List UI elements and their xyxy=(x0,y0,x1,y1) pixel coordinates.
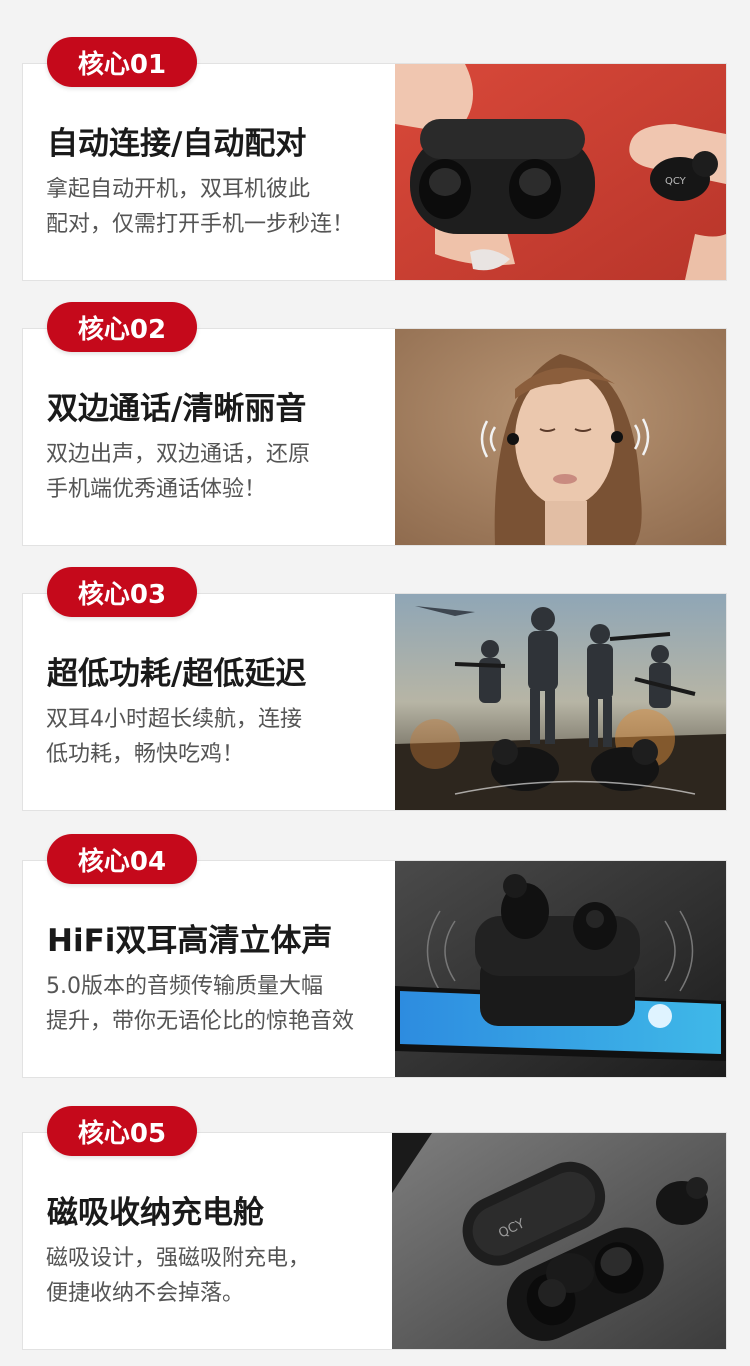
feature-badge-5: 核心05 xyxy=(47,1106,197,1156)
description-line-1: 双耳4小时超长续航，连接 xyxy=(46,707,302,732)
feature-description: 双耳4小时超长续航，连接 低功耗，畅快吃鸡！ xyxy=(46,702,302,772)
feature-image xyxy=(395,861,726,1077)
feature-description: 5.0版本的音频传输质量大幅 提升，带你无语伦比的惊艳音效 xyxy=(46,969,354,1039)
feature-description: 磁吸设计，强磁吸附充电， 便捷收纳不会掉落。 xyxy=(46,1241,310,1311)
description-line-1: 双边出声，双边通话，还原 xyxy=(46,442,311,467)
description-line-2: 手机端优秀通话体验！ xyxy=(46,477,267,502)
feature-description: 拿起自动开机，双耳机彼此 配对，仅需打开手机一步秒连！ xyxy=(46,172,354,242)
feature-card-1: 自动连接/自动配对 拿起自动开机，双耳机彼此 配对，仅需打开手机一步秒连！ QC… xyxy=(22,63,727,281)
description-line-1: 5.0版本的音频传输质量大幅 xyxy=(46,974,323,999)
feature-image: QCY xyxy=(392,1133,726,1349)
feature-badge-3: 核心03 xyxy=(47,567,197,617)
feature-image: QCY xyxy=(395,64,726,280)
feature-title: 双边通话/清晰丽音 xyxy=(47,391,307,427)
feature-card-3: 超低功耗/超低延迟 双耳4小时超长续航，连接 低功耗，畅快吃鸡！ xyxy=(22,593,727,811)
feature-badge-2: 核心02 xyxy=(47,302,197,352)
description-line-2: 配对，仅需打开手机一步秒连！ xyxy=(46,212,355,237)
feature-description: 双边出声，双边通话，还原 手机端优秀通话体验！ xyxy=(46,437,310,507)
feature-card-2: 双边通话/清晰丽音 双边出声，双边通话，还原 手机端优秀通话体验！ xyxy=(22,328,727,546)
feature-image xyxy=(395,594,726,810)
feature-title: HiFi双耳高清立体声 xyxy=(47,923,333,959)
feature-title: 磁吸收纳充电舱 xyxy=(47,1195,264,1231)
description-line-2: 便捷收纳不会掉落。 xyxy=(46,1281,245,1306)
description-line-2: 提升，带你无语伦比的惊艳音效 xyxy=(46,1009,355,1034)
feature-badge-4: 核心04 xyxy=(47,834,197,884)
description-line-1: 拿起自动开机，双耳机彼此 xyxy=(46,177,311,202)
feature-title: 超低功耗/超低延迟 xyxy=(47,656,307,692)
feature-image xyxy=(395,329,726,545)
brand-mark: QCY xyxy=(665,176,687,187)
feature-card-4: HiFi双耳高清立体声 5.0版本的音频传输质量大幅 提升，带你无语伦比的惊艳音… xyxy=(22,860,727,1078)
feature-title: 自动连接/自动配对 xyxy=(47,126,307,162)
description-line-2: 低功耗，畅快吃鸡！ xyxy=(46,742,245,767)
feature-badge-1: 核心01 xyxy=(47,37,197,87)
feature-card-5: 磁吸收纳充电舱 磁吸设计，强磁吸附充电， 便捷收纳不会掉落。 QCY xyxy=(22,1132,727,1350)
description-line-1: 磁吸设计，强磁吸附充电， xyxy=(46,1246,311,1271)
